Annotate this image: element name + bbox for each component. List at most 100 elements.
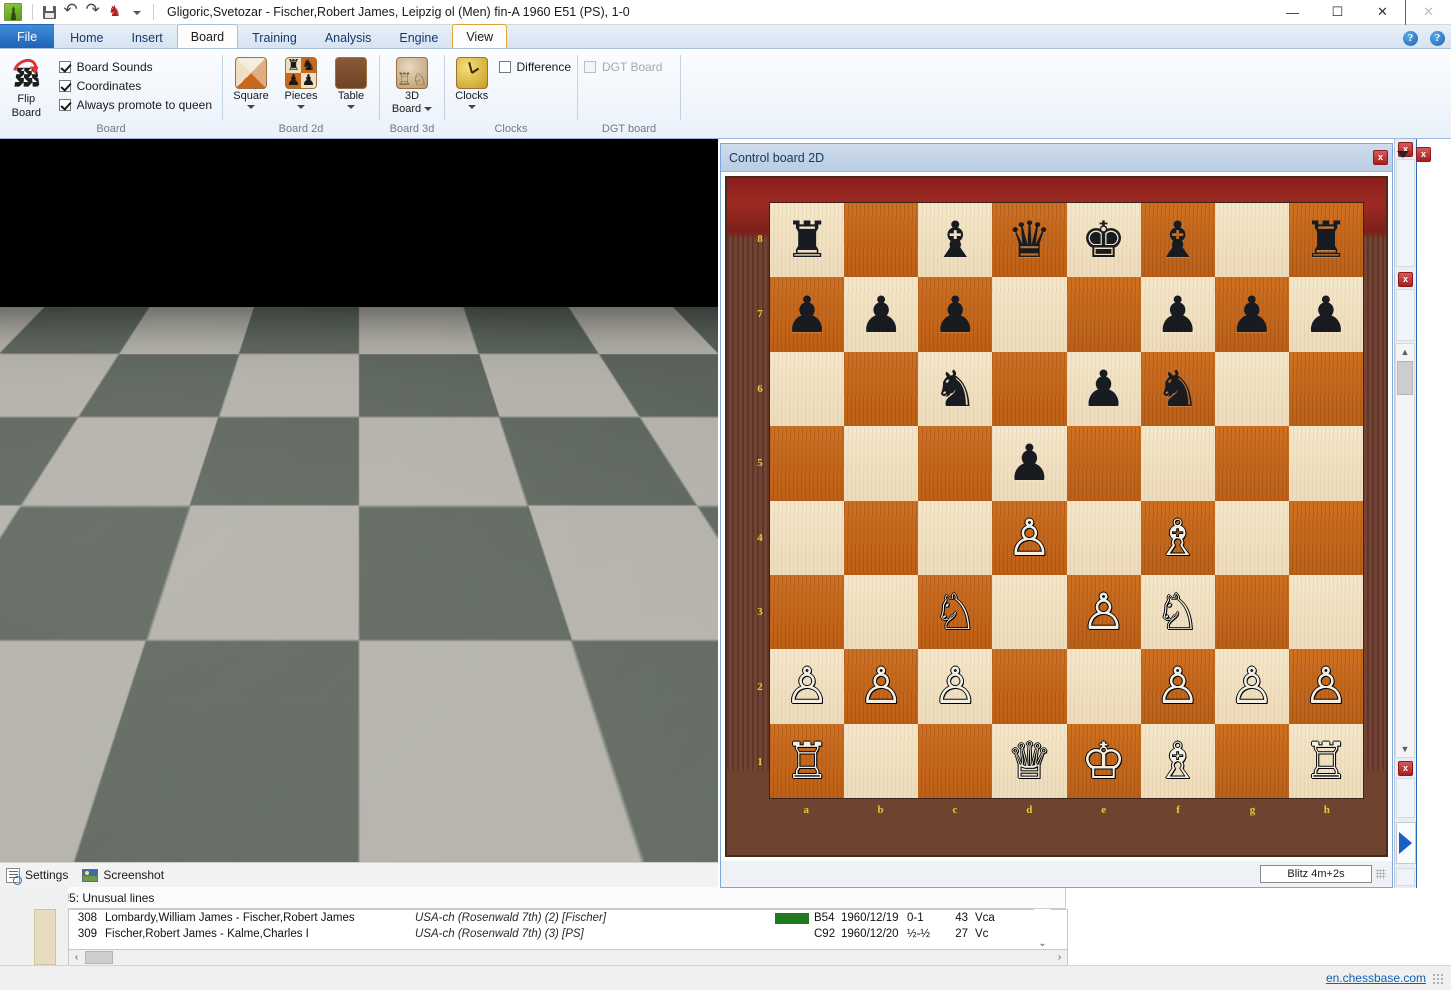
board-square-b8[interactable] [844,203,918,277]
board-square-a2[interactable]: ♙ [770,649,844,723]
board-square-c7[interactable]: ♟ [918,277,992,351]
camera-orb-handle[interactable] [49,747,121,819]
chessbase-link[interactable]: en.chessbase.com [1326,971,1426,985]
board-square-e1[interactable]: ♔ [1067,724,1141,798]
board-square-f7[interactable]: ♟ [1141,277,1215,351]
inner-close-button[interactable]: ✕ [1406,0,1451,25]
tab-analysis[interactable]: Analysis [311,26,386,48]
board-square-e6[interactable]: ♟ [1067,352,1141,426]
panel-2d-close-button[interactable]: x [1373,150,1388,165]
board-square-e7[interactable] [1067,277,1141,351]
pieces-style-button[interactable]: ♜♞♟♟ Pieces [279,55,323,109]
board-square-b6[interactable] [844,352,918,426]
dock-close-button-2[interactable]: x [1398,272,1413,287]
scroll-up-button[interactable]: ▲ [1396,344,1414,360]
game-list-horizontal-scrollbar[interactable]: ‹ › [68,949,1068,966]
board-square-f4[interactable]: ♗ [1141,501,1215,575]
board-square-d8[interactable]: ♛ [992,203,1066,277]
scroll-down-button[interactable]: ▼ [1396,741,1414,757]
board-square-h1[interactable]: ♖ [1289,724,1363,798]
rotate-left-icon[interactable] [11,767,30,807]
coordinates-checkbox-icon[interactable] [59,80,71,92]
customize-toolbar-button[interactable] [126,2,148,23]
dock-close-button-3[interactable]: x [1398,761,1413,776]
chevron-down-icon[interactable] [347,105,355,109]
board-square-e8[interactable]: ♚ [1067,203,1141,277]
board-square-e4[interactable] [1067,501,1141,575]
board-square-c6[interactable]: ♞ [918,352,992,426]
clocks-button[interactable]: Clocks [451,55,493,109]
board-square-h8[interactable]: ♜ [1289,203,1363,277]
board-square-c3[interactable]: ♘ [918,575,992,649]
checkbox-always-promote-to-queen[interactable]: Always promote to queen [59,98,212,112]
chevron-down-icon[interactable] [297,105,305,109]
dock-scrollbar[interactable]: ▲ ▼ [1395,343,1415,758]
chevron-down-icon[interactable] [468,105,476,109]
blitz-time-control-button[interactable]: Blitz 4m+2s [1260,865,1372,883]
board-square-e2[interactable] [1067,649,1141,723]
board-square-a4[interactable] [770,501,844,575]
board-square-b7[interactable]: ♟ [844,277,918,351]
help-icon-secondary[interactable]: ? [1430,31,1445,46]
board-square-a3[interactable] [770,575,844,649]
game-list-row[interactable]: 309Fischer,Robert James - Kalme,Charles … [69,926,1067,942]
board-square-f1[interactable]: ♗ [1141,724,1215,798]
board-square-c1[interactable] [918,724,992,798]
resize-grip[interactable] [1376,869,1386,879]
dock-close-button-4[interactable]: x [1416,147,1431,162]
board-square-d7[interactable] [992,277,1066,351]
tab-file[interactable]: File [0,24,54,48]
square-style-button[interactable]: Square [229,55,273,109]
dock-pane-1[interactable] [1396,159,1415,267]
board-square-b3[interactable] [844,575,918,649]
tab-home[interactable]: Home [56,26,117,48]
rotate-right-icon[interactable] [139,767,158,807]
board-square-g2[interactable]: ♙ [1215,649,1289,723]
checkbox-difference[interactable]: Difference [499,60,571,74]
maximize-button[interactable]: ☐ [1315,0,1360,25]
board-square-d3[interactable] [992,575,1066,649]
board-square-g4[interactable] [1215,501,1289,575]
board-square-d2[interactable] [992,649,1066,723]
board-3d-view[interactable]: ♜♝♛♚♝♜♟♟♟♟♟♟♞♟♞♟♙♗♘♙♘♙♙♙♙♙♙♖♕♔♗♖ + – [0,139,718,862]
expand-panel-button[interactable] [1396,822,1416,864]
close-button[interactable]: ✕ [1360,0,1405,25]
minimize-button[interactable]: — [1270,0,1315,25]
board-square-c8[interactable]: ♝ [918,203,992,277]
board-square-g7[interactable]: ♟ [1215,277,1289,351]
difference-checkbox-icon[interactable] [499,61,511,73]
board-square-g3[interactable] [1215,575,1289,649]
board-square-h2[interactable]: ♙ [1289,649,1363,723]
redo-button[interactable] [82,2,104,23]
board-square-g8[interactable] [1215,203,1289,277]
checkbox-coordinates[interactable]: Coordinates [59,79,212,93]
board-square-h7[interactable]: ♟ [1289,277,1363,351]
board-square-h3[interactable] [1289,575,1363,649]
chevron-down-icon[interactable] [247,105,255,109]
dock-pane-2[interactable] [1396,289,1415,341]
tab-board[interactable]: Board [177,24,238,48]
board-square-a8[interactable]: ♜ [770,203,844,277]
table-style-button[interactable]: Table [329,55,373,109]
undo-button[interactable] [60,2,82,23]
dock-pane-4[interactable] [1396,868,1415,886]
3d-board-button[interactable]: ♖♘ 3D Board [386,55,438,115]
board-square-e3[interactable]: ♙ [1067,575,1141,649]
board-square-f5[interactable] [1141,426,1215,500]
board-square-b5[interactable] [844,426,918,500]
board-square-f2[interactable]: ♙ [1141,649,1215,723]
save-button[interactable] [38,2,60,23]
tab-view[interactable]: View [452,24,507,48]
chessboard-2d[interactable]: ♜♝♛♚♝♜♟♟♟♟♟♟♞♟♞♟♙♗♘♙♘♙♙♙♙♙♙♖♕♔♗♖ [769,202,1364,799]
hscroll-left-button[interactable]: ‹ [69,950,84,965]
board-square-f8[interactable]: ♝ [1141,203,1215,277]
always-promote-checkbox-icon[interactable] [59,99,71,111]
board-square-h4[interactable] [1289,501,1363,575]
dock-collapse-icon[interactable] [1397,151,1409,158]
board-square-d4[interactable]: ♙ [992,501,1066,575]
board-square-d1[interactable]: ♕ [992,724,1066,798]
window-resize-grip[interactable] [1432,973,1443,984]
zoom-out-button[interactable]: – [114,818,160,850]
scrollbar-thumb[interactable] [1397,361,1413,395]
board-square-c5[interactable] [918,426,992,500]
